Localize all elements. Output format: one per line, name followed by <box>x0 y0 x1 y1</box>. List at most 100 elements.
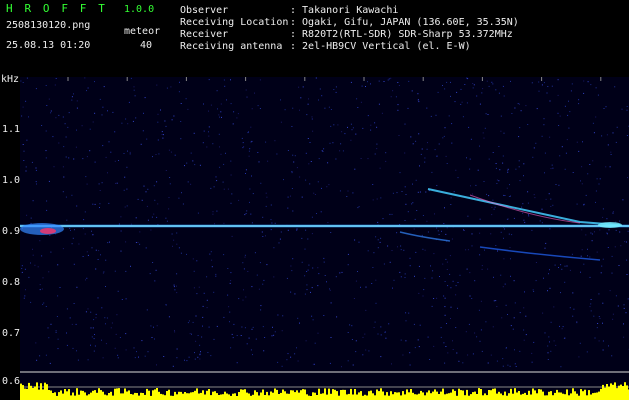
noise-speck <box>72 347 74 349</box>
noise-speck <box>342 150 344 152</box>
noise-speck <box>466 157 467 159</box>
level-bar <box>116 388 118 400</box>
noise-speck <box>21 265 23 267</box>
noise-speck <box>602 322 603 324</box>
noise-speck <box>463 229 464 231</box>
level-bar <box>510 388 512 400</box>
noise-speck <box>626 106 628 107</box>
noise-speck <box>576 321 578 322</box>
level-bar <box>220 394 222 400</box>
noise-speck <box>339 150 341 152</box>
noise-speck <box>300 97 302 99</box>
noise-speck <box>135 117 137 119</box>
noise-speck <box>595 201 596 203</box>
noise-speck <box>442 263 444 265</box>
noise-speck <box>311 287 313 289</box>
level-bar <box>346 394 348 400</box>
noise-speck <box>318 99 319 101</box>
noise-speck <box>443 223 445 224</box>
noise-speck <box>311 233 313 235</box>
noise-speck <box>598 183 600 185</box>
noise-speck <box>260 305 262 307</box>
noise-speck <box>385 152 387 154</box>
noise-speck <box>606 218 608 220</box>
level-bar <box>484 393 486 400</box>
noise-speck <box>179 81 180 83</box>
noise-speck <box>445 233 447 235</box>
noise-speck <box>441 230 442 232</box>
noise-speck <box>305 152 307 154</box>
noise-speck <box>129 153 131 155</box>
level-bar <box>534 390 536 400</box>
level-bar <box>328 388 330 400</box>
noise-speck <box>257 152 259 153</box>
noise-speck <box>286 359 288 361</box>
noise-speck <box>374 153 376 155</box>
noise-speck <box>564 281 566 283</box>
noise-speck <box>168 208 170 210</box>
noise-speck <box>152 262 154 263</box>
noise-speck <box>335 91 337 93</box>
noise-speck <box>508 196 510 197</box>
noise-speck <box>262 326 264 328</box>
noise-speck <box>57 338 59 340</box>
level-bar <box>506 395 508 400</box>
noise-speck <box>146 138 148 140</box>
noise-speck <box>375 302 377 304</box>
noise-speck <box>417 339 419 341</box>
level-bar <box>598 391 600 400</box>
level-bar <box>418 393 420 400</box>
level-bar <box>496 393 498 400</box>
noise-speck <box>99 207 100 208</box>
noise-speck <box>68 112 70 114</box>
noise-speck <box>557 79 559 81</box>
noise-speck <box>511 113 513 114</box>
noise-speck <box>141 340 143 342</box>
noise-speck <box>31 161 33 163</box>
noise-speck <box>481 92 483 94</box>
noise-speck <box>240 335 242 336</box>
noise-speck <box>294 353 296 355</box>
noise-speck <box>576 203 578 205</box>
noise-speck <box>192 258 194 260</box>
noise-speck <box>215 176 217 178</box>
noise-speck <box>452 349 454 350</box>
level-bar <box>98 388 100 400</box>
level-bar <box>104 394 106 400</box>
noise-speck <box>531 229 533 231</box>
level-bar <box>212 391 214 400</box>
noise-speck <box>108 141 110 143</box>
noise-speck <box>301 237 303 239</box>
noise-speck <box>101 114 103 116</box>
noise-speck <box>215 275 217 277</box>
noise-speck <box>544 332 546 334</box>
noise-speck <box>456 352 458 354</box>
noise-speck <box>210 355 212 357</box>
noise-speck <box>446 269 448 270</box>
noise-speck <box>609 290 611 292</box>
noise-speck <box>443 295 445 297</box>
noise-speck <box>407 107 409 109</box>
noise-speck <box>212 211 214 213</box>
level-bar <box>548 391 550 400</box>
noise-speck <box>101 339 102 341</box>
noise-speck <box>76 350 77 352</box>
level-bar <box>348 393 350 400</box>
noise-speck <box>400 245 402 247</box>
level-bar <box>120 393 122 400</box>
noise-speck <box>117 290 119 292</box>
noise-speck <box>262 236 264 237</box>
noise-speck <box>523 339 525 341</box>
noise-speck <box>231 193 233 195</box>
level-bar <box>24 388 26 400</box>
noise-speck <box>220 103 222 105</box>
noise-speck <box>92 203 94 205</box>
level-bar <box>582 391 584 400</box>
noise-speck <box>564 168 566 170</box>
noise-speck <box>116 182 118 184</box>
noise-speck <box>478 309 480 311</box>
noise-speck <box>39 240 41 242</box>
level-bar <box>28 382 30 400</box>
level-bar <box>22 385 24 400</box>
noise-speck <box>446 227 448 229</box>
